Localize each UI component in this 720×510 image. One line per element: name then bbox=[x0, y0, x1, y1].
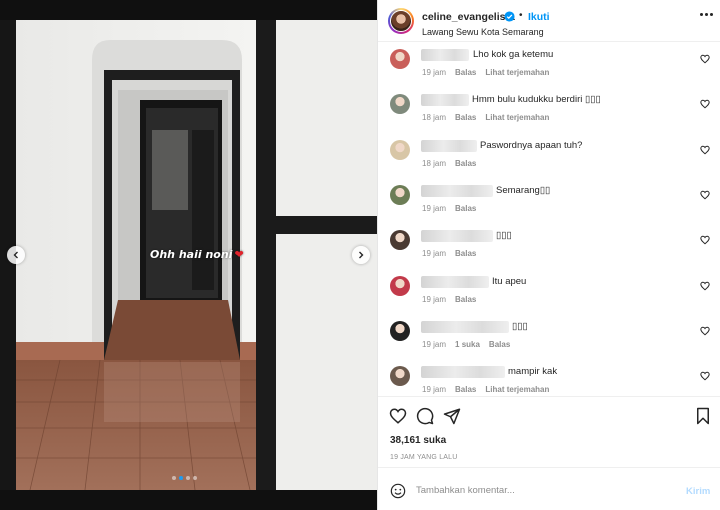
carousel-dot bbox=[186, 476, 190, 480]
comment-like-heart-icon[interactable] bbox=[700, 54, 710, 64]
comment-text: mampir kak bbox=[508, 366, 558, 378]
comment-row: Hmm bulu kudukku berdiri ▯▯▯ 18 jam Balas L… bbox=[378, 91, 720, 131]
post-comment-button[interactable]: Kirim bbox=[686, 486, 710, 497]
commenter-avatar[interactable] bbox=[390, 230, 410, 251]
share-send-icon[interactable] bbox=[443, 407, 461, 425]
follow-button[interactable]: Ikuti bbox=[528, 11, 550, 23]
comment-meta: 19 jam Balas bbox=[422, 295, 485, 304]
comment-like-count[interactable]: 1 suka bbox=[455, 340, 480, 349]
reply-button[interactable]: Balas bbox=[455, 249, 476, 258]
reply-button[interactable]: Balas bbox=[455, 113, 476, 122]
comment-input[interactable] bbox=[416, 480, 676, 500]
like-heart-icon[interactable] bbox=[389, 407, 407, 425]
comment-meta: 19 jam 1 suka Balas bbox=[422, 340, 519, 349]
overlay-caption: Ohh haii noni bbox=[150, 248, 233, 261]
heart-emoji: ❤ bbox=[234, 248, 244, 261]
comment-like-heart-icon[interactable] bbox=[700, 145, 710, 155]
commenter-avatar[interactable] bbox=[390, 94, 410, 115]
comment-row: Paswordnya apaan tuh? 18 jam Balas bbox=[378, 137, 720, 177]
comment-time: 18 jam bbox=[422, 113, 447, 123]
carousel-dot bbox=[193, 476, 197, 480]
comment-like-heart-icon[interactable] bbox=[700, 326, 710, 336]
comment-like-heart-icon[interactable] bbox=[700, 235, 710, 245]
location-link[interactable]: Lawang Sewu Kota Semarang bbox=[422, 27, 544, 37]
comment-meta: 19 jam Balas Lihat terjemahan bbox=[422, 68, 558, 77]
redacted-username[interactable] bbox=[421, 230, 493, 243]
redacted-username[interactable] bbox=[421, 320, 509, 333]
comment-text: Itu apeu bbox=[492, 275, 527, 287]
post-timestamp: 19 JAM YANG LALU bbox=[390, 454, 458, 461]
comment-text: Paswordnya apaan tuh? bbox=[480, 139, 583, 151]
username[interactable]: celine_evangelista bbox=[422, 11, 515, 23]
reply-button[interactable]: Balas bbox=[455, 385, 476, 394]
comment-meta: 19 jam Balas Lihat terjemahan bbox=[422, 385, 558, 394]
comment-text: ▯▯▯ bbox=[496, 230, 512, 242]
comment-meta: 18 jam Balas bbox=[422, 159, 485, 168]
comment-time: 19 jam bbox=[422, 385, 447, 395]
reply-button[interactable]: Balas bbox=[455, 295, 476, 304]
carousel-indicator bbox=[172, 476, 197, 480]
comment-text: Semarang▯▯ bbox=[496, 184, 551, 196]
avatar[interactable] bbox=[388, 8, 414, 34]
comment-like-heart-icon[interactable] bbox=[700, 190, 710, 200]
commenter-avatar[interactable] bbox=[390, 366, 410, 387]
carousel-prev-button[interactable] bbox=[7, 246, 25, 264]
redacted-username[interactable] bbox=[421, 94, 469, 107]
post-media[interactable]: Ohh haii noni ❤ bbox=[0, 0, 377, 510]
comment-row: Semarang▯▯ 19 jam Balas bbox=[378, 182, 720, 222]
redacted-username[interactable] bbox=[421, 366, 505, 379]
comment-row: Itu apeu 19 jam Balas bbox=[378, 273, 720, 313]
post-detail-panel: celine_evangelista • Ikuti Lawang Sewu K… bbox=[377, 0, 720, 510]
reply-button[interactable]: Balas bbox=[455, 68, 476, 77]
see-translation-button[interactable]: Lihat terjemahan bbox=[485, 68, 549, 77]
comment-row: Lho kok ga ketemu 19 jam Balas Lihat terjem… bbox=[378, 46, 720, 86]
see-translation-button[interactable]: Lihat terjemahan bbox=[485, 385, 549, 394]
comment-time: 19 jam bbox=[422, 68, 447, 77]
comment-time: 19 jam bbox=[422, 294, 447, 304]
commenter-avatar[interactable] bbox=[390, 320, 410, 341]
comment-bubble-icon[interactable] bbox=[416, 407, 434, 425]
comment-composer: Kirim bbox=[378, 467, 720, 510]
redacted-username[interactable] bbox=[421, 184, 493, 197]
separator-dot: • bbox=[519, 10, 523, 21]
reply-button[interactable]: Balas bbox=[489, 340, 510, 349]
carousel-next-button[interactable] bbox=[352, 246, 370, 264]
comment-time: 19 jam bbox=[422, 249, 447, 259]
likes-count[interactable]: 38,161 suka bbox=[390, 435, 446, 446]
commenter-avatar[interactable] bbox=[390, 275, 410, 296]
commenter-avatar[interactable] bbox=[390, 139, 410, 160]
story-overlay-text: Ohh haii noni ❤ bbox=[150, 248, 244, 261]
comment-time: 19 jam bbox=[422, 203, 447, 213]
comment-text: Hmm bulu kudukku berdiri ▯▯▯ bbox=[472, 94, 601, 106]
comment-meta: 19 jam Balas bbox=[422, 204, 485, 213]
comment-like-heart-icon[interactable] bbox=[700, 371, 710, 381]
see-translation-button[interactable]: Lihat terjemahan bbox=[485, 113, 549, 122]
chevron-left-icon bbox=[13, 251, 18, 259]
chevron-right-icon bbox=[359, 251, 364, 259]
redacted-username[interactable] bbox=[421, 49, 469, 61]
redacted-username[interactable] bbox=[421, 275, 489, 288]
carousel-dot bbox=[179, 476, 183, 480]
comment-like-heart-icon[interactable] bbox=[700, 99, 710, 109]
comment-row: ▯▯▯ 19 jam 1 suka Balas bbox=[378, 318, 720, 358]
reply-button[interactable]: Balas bbox=[455, 159, 476, 168]
comment-time: 18 jam bbox=[422, 158, 447, 168]
redacted-username[interactable] bbox=[421, 139, 477, 152]
comment-text: ▯▯▯ bbox=[512, 320, 528, 332]
verified-badge-icon bbox=[504, 11, 515, 22]
save-bookmark-icon[interactable] bbox=[694, 407, 712, 425]
more-options-icon[interactable] bbox=[700, 13, 713, 16]
comment-text: Lho kok ga ketemu bbox=[473, 49, 554, 60]
comment-time: 19 jam bbox=[422, 339, 447, 349]
emoji-smiley-icon[interactable] bbox=[390, 483, 406, 499]
comment-meta: 18 jam Balas Lihat terjemahan bbox=[422, 113, 558, 122]
comment-row: ▯▯▯ 19 jam Balas bbox=[378, 227, 720, 267]
reply-button[interactable]: Balas bbox=[455, 204, 476, 213]
carousel-dot bbox=[172, 476, 176, 480]
comment-like-heart-icon[interactable] bbox=[700, 281, 710, 291]
commenter-avatar[interactable] bbox=[390, 49, 410, 69]
comment-meta: 19 jam Balas bbox=[422, 249, 485, 258]
commenter-avatar[interactable] bbox=[390, 184, 410, 205]
post-header: celine_evangelista • Ikuti Lawang Sewu K… bbox=[378, 0, 720, 42]
